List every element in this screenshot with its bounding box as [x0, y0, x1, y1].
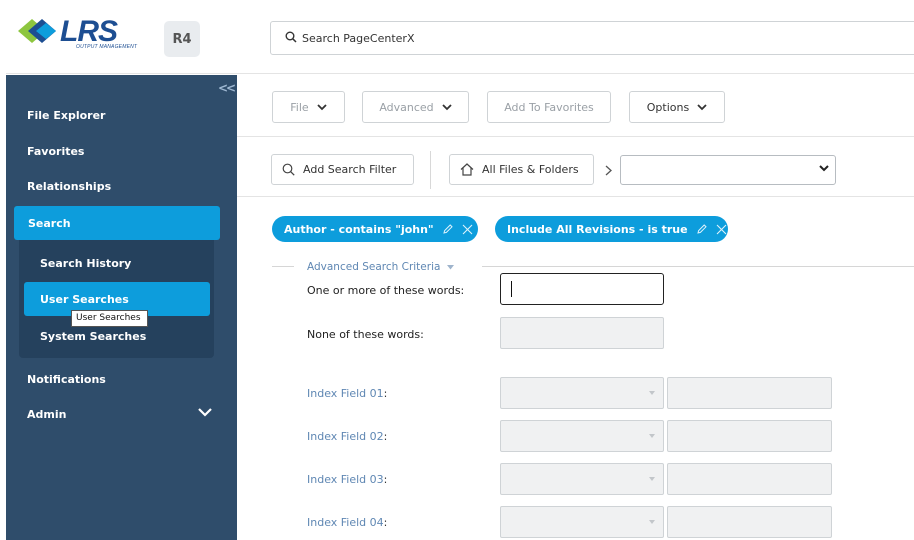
advanced-menu-button[interactable]: Advanced: [362, 91, 469, 123]
none-of-these-words-input[interactable]: [500, 317, 664, 349]
advanced-menu-label: Advanced: [379, 100, 434, 114]
file-menu-label: File: [290, 100, 309, 114]
caret-down-icon: [649, 520, 655, 524]
caret-down-icon: [649, 477, 655, 481]
submenu-item-system-searches[interactable]: System Searches: [40, 330, 146, 343]
file-menu-button[interactable]: File: [272, 91, 345, 123]
text-caret: [511, 281, 512, 297]
caret-down-icon: [649, 434, 655, 438]
home-icon: [460, 163, 474, 176]
pencil-icon[interactable]: [696, 223, 708, 235]
chevron-right-icon: [605, 165, 612, 176]
sidebar-item-notifications[interactable]: Notifications: [27, 373, 106, 386]
filter-row: Add Search Filter All Files & Folders: [237, 137, 914, 197]
sidebar-item-search-label: Search: [28, 217, 71, 230]
advanced-criteria-toggle[interactable]: Advanced Search Criteria: [307, 261, 454, 273]
search-placeholder: Search PageCenterX: [302, 32, 415, 45]
chevron-down-icon: [697, 103, 707, 110]
sidebar-item-relationships[interactable]: Relationships: [27, 180, 111, 193]
index-field-02-label: Index Field 02:: [307, 430, 388, 443]
one-or-more-words-label: One or more of these words:: [307, 284, 465, 297]
folder-select[interactable]: [620, 155, 836, 185]
one-or-more-words-input[interactable]: [500, 273, 664, 305]
submenu-item-user-searches-label: User Searches: [40, 293, 129, 306]
top-header: LRS OUTPUT MANAGEMENT R4 Search PageCent…: [6, 4, 914, 74]
divider: [482, 266, 914, 267]
logo-diamond-icon: [18, 19, 56, 43]
filter-chip-author[interactable]: Author - contains "john": [272, 216, 478, 242]
caret-down-icon: [649, 391, 655, 395]
global-search-input[interactable]: Search PageCenterX: [270, 21, 914, 55]
sidebar-item-admin[interactable]: Admin: [27, 408, 66, 421]
close-icon[interactable]: [462, 224, 473, 235]
search-icon: [282, 163, 295, 176]
sidebar-item-file-explorer[interactable]: File Explorer: [27, 109, 105, 122]
close-icon[interactable]: [716, 224, 727, 235]
index-field-04-label: Index Field 04:: [307, 516, 388, 529]
collapse-sidebar-icon[interactable]: <<: [218, 81, 236, 95]
caret-down-icon: [446, 265, 454, 270]
chevron-down-icon: [819, 165, 829, 172]
all-files-folders-label: All Files & Folders: [482, 163, 579, 176]
search-submenu: Search History User Searches System Sear…: [19, 240, 214, 358]
index-field-03-select[interactable]: [500, 463, 664, 495]
sidebar-item-favorites[interactable]: Favorites: [27, 145, 84, 158]
tooltip: User Searches: [71, 310, 148, 327]
toolbar: File Advanced Add To Favorites Options: [237, 75, 914, 137]
add-to-favorites-label: Add To Favorites: [504, 100, 594, 114]
index-field-02-value-input[interactable]: [667, 420, 832, 452]
divider: [430, 151, 431, 189]
chevron-down-icon: [317, 103, 327, 110]
filter-chip-author-label: Author - contains "john": [284, 222, 434, 236]
submenu-item-search-history[interactable]: Search History: [40, 257, 131, 270]
add-to-favorites-button[interactable]: Add To Favorites: [487, 91, 611, 123]
index-field-02-select[interactable]: [500, 420, 664, 452]
index-field-04-value-input[interactable]: [667, 506, 832, 538]
search-icon: [285, 31, 297, 43]
options-menu-label: Options: [646, 100, 690, 114]
add-search-filter-button[interactable]: Add Search Filter: [271, 154, 414, 185]
none-of-these-words-label: None of these words:: [307, 328, 424, 341]
index-field-01-value-input[interactable]: [667, 377, 832, 409]
index-field-03-label: Index Field 03:: [307, 473, 388, 486]
filter-chip-revisions[interactable]: Include All Revisions - is true: [495, 216, 728, 242]
pencil-icon[interactable]: [442, 223, 454, 235]
index-field-01-label: Index Field 01:: [307, 387, 388, 400]
advanced-criteria-title: Advanced Search Criteria: [307, 261, 441, 273]
logo-subtitle: OUTPUT MANAGEMENT: [76, 44, 138, 50]
options-menu-button[interactable]: Options: [629, 91, 725, 123]
divider: [272, 266, 294, 267]
filter-chip-revisions-label: Include All Revisions - is true: [507, 222, 688, 236]
sidebar-item-search[interactable]: Search: [14, 206, 220, 240]
all-files-folders-button[interactable]: All Files & Folders: [449, 154, 594, 185]
index-field-03-value-input[interactable]: [667, 463, 832, 495]
chevron-down-icon[interactable]: [198, 407, 212, 417]
sidebar: << File Explorer Favorites Relationships…: [6, 75, 237, 540]
chevron-down-icon: [442, 103, 452, 110]
add-search-filter-label: Add Search Filter: [303, 163, 397, 176]
lrs-logo[interactable]: LRS OUTPUT MANAGEMENT: [18, 14, 148, 54]
version-badge[interactable]: R4: [164, 21, 200, 57]
index-field-04-select[interactable]: [500, 506, 664, 538]
index-field-01-select[interactable]: [500, 377, 664, 409]
